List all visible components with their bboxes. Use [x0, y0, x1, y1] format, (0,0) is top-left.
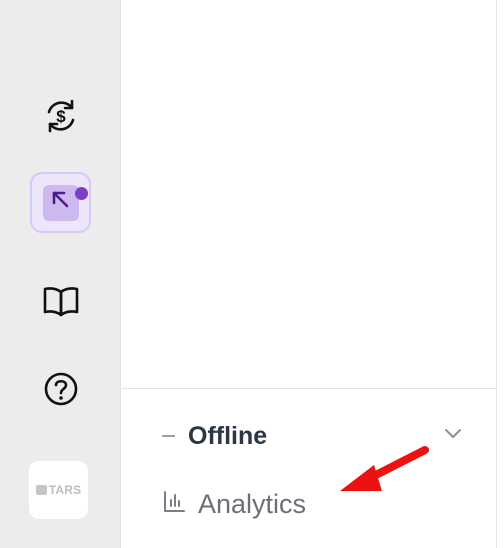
main-content [122, 0, 497, 388]
sidebar-item-launch[interactable] [30, 172, 91, 233]
app-window: $ TARS Offline Analytics [0, 0, 504, 548]
sidebar-item-billing[interactable]: $ [30, 88, 91, 149]
offline-label: Offline [188, 421, 268, 450]
tars-logo-mark [35, 485, 47, 495]
tars-logo: TARS [29, 461, 88, 519]
svg-text:$: $ [56, 107, 66, 126]
dollar-refresh-icon: $ [41, 96, 81, 141]
open-book-icon [42, 285, 80, 324]
chevron-down-icon[interactable] [444, 427, 462, 445]
bar-chart-icon [162, 490, 186, 519]
analytics-label: Analytics [198, 488, 307, 519]
annotation-arrow-icon [330, 435, 440, 510]
sidebar-item-docs[interactable] [30, 274, 91, 335]
arrow-up-left-icon [50, 189, 72, 216]
launch-tile [42, 184, 79, 221]
sidebar: $ TARS [0, 0, 121, 548]
analytics-link[interactable]: Analytics [162, 487, 306, 521]
question-circle-icon [42, 370, 80, 413]
notification-dot [75, 187, 88, 200]
dash-icon [162, 435, 175, 437]
sidebar-item-help[interactable] [30, 361, 91, 422]
tars-logo-text: TARS [48, 483, 82, 497]
bottom-panel: Offline Analytics [122, 388, 497, 548]
